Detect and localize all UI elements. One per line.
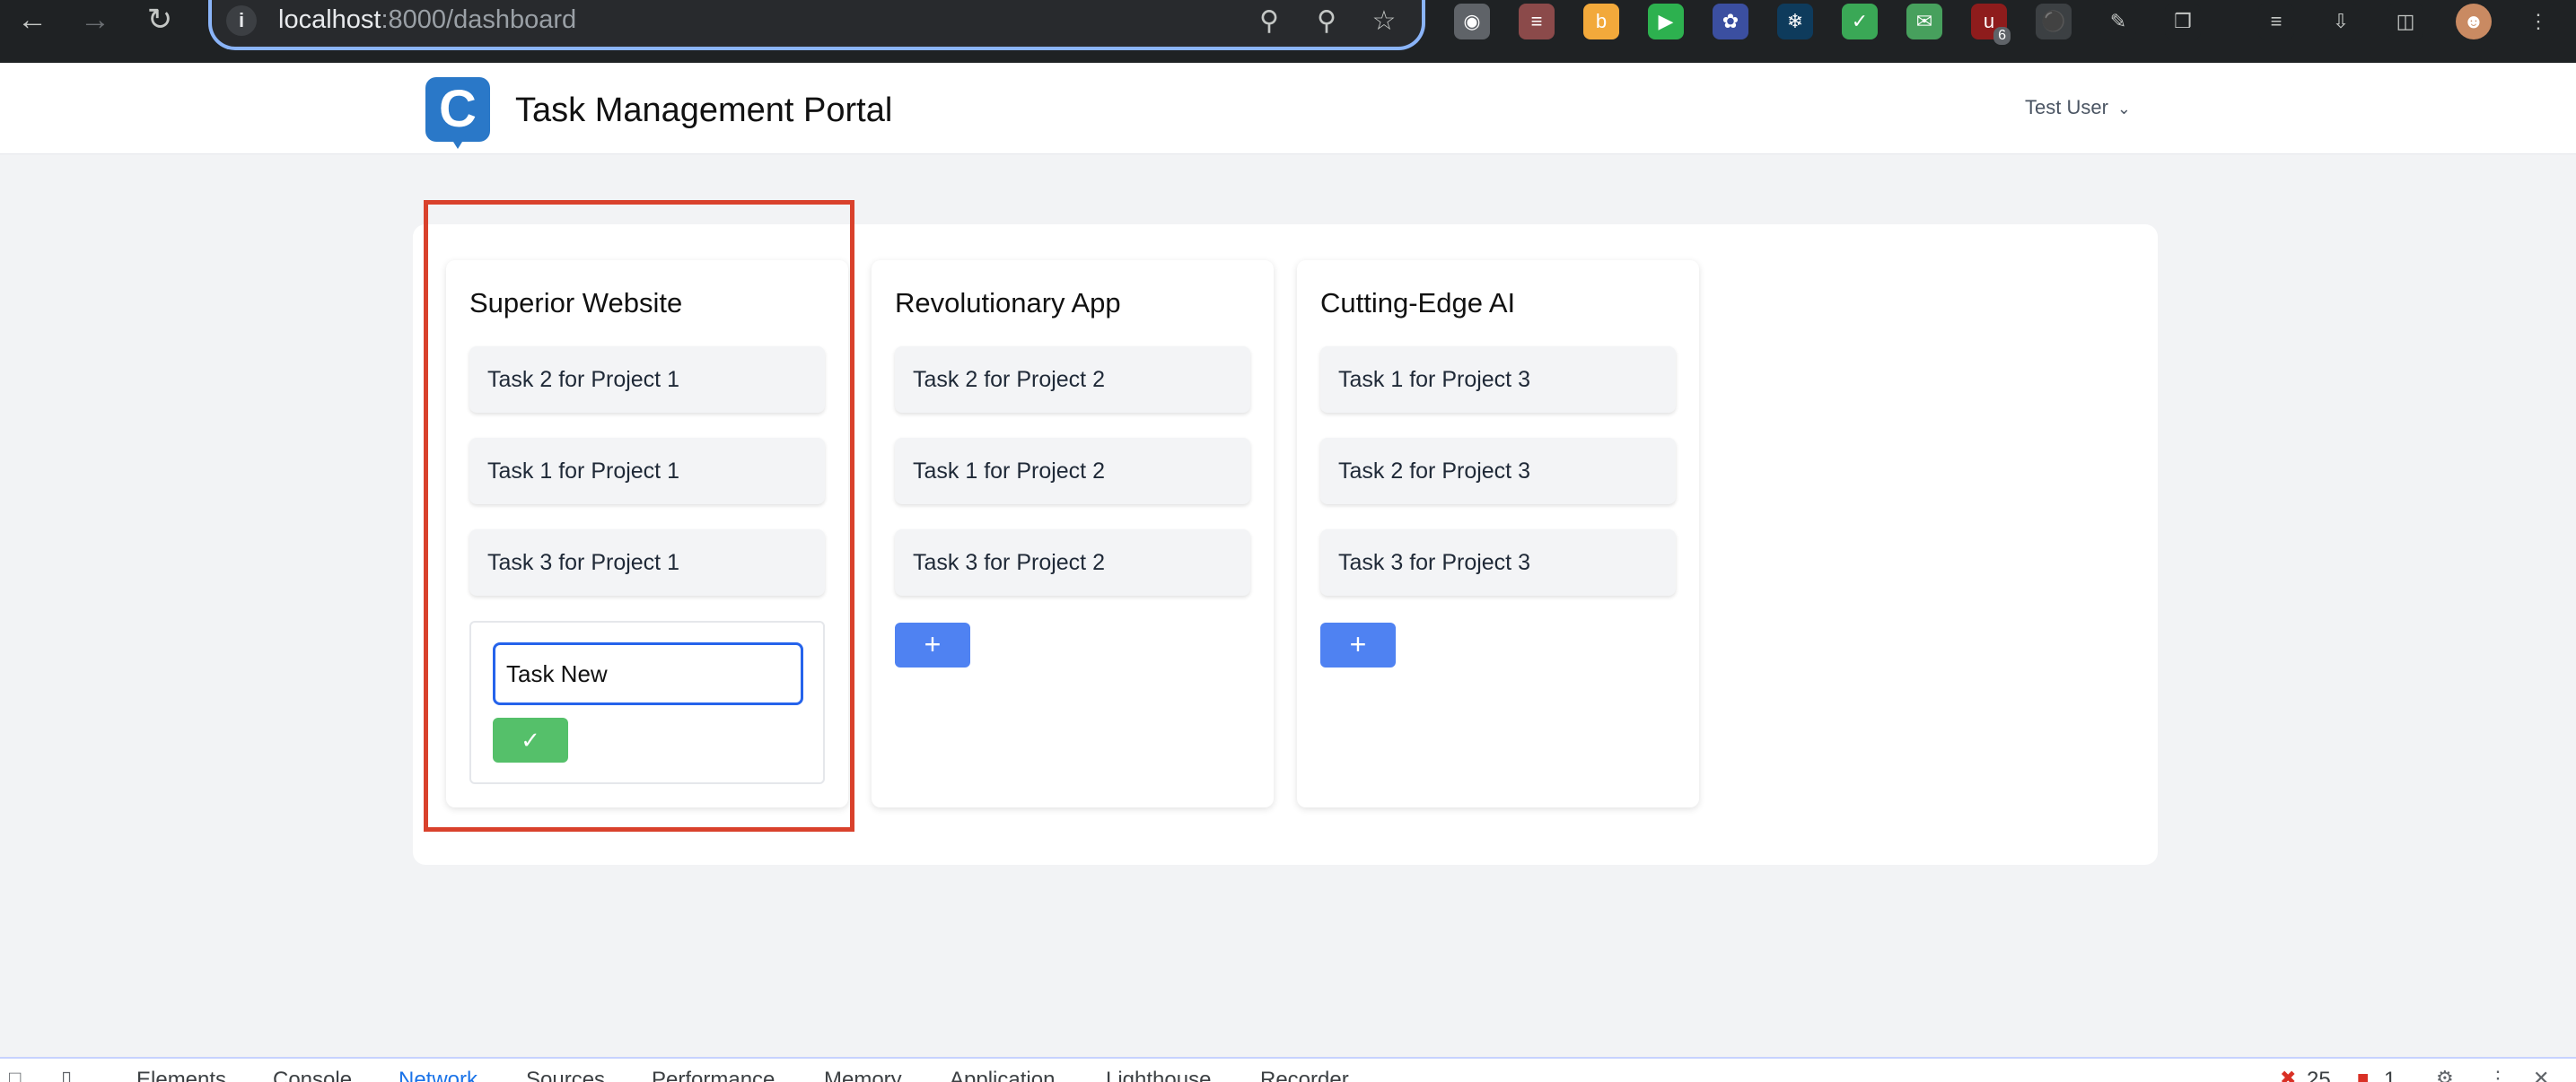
project-title: Superior Website: [469, 287, 683, 318]
ublock-extension-icon[interactable]: u6: [1971, 4, 2011, 45]
extensions-icon[interactable]: ❒: [2165, 4, 2201, 39]
shield-extension-icon[interactable]: ⚫: [2036, 4, 2072, 39]
browser-toolbar: ← → ↻ i localhost:8000/dashboard ⚲ ⚲ ☆ ◉…: [0, 0, 2576, 63]
task-card[interactable]: Task 3 for Project 1: [469, 529, 825, 596]
new-task-input[interactable]: [493, 642, 803, 705]
task-card[interactable]: Task 1 for Project 3: [1320, 346, 1676, 413]
project-title: Cutting-Edge AI: [1320, 287, 1516, 318]
zoom-icon[interactable]: ⚲: [1309, 4, 1345, 39]
devtools-tab-sources[interactable]: Sources: [526, 1068, 605, 1082]
task-card[interactable]: Task 1 for Project 2: [895, 438, 1250, 504]
task-card[interactable]: Task 2 for Project 1: [469, 346, 825, 413]
extension-icon[interactable]: ≡: [1519, 4, 1555, 39]
add-task-button[interactable]: +: [895, 623, 970, 668]
logo-letter: C: [439, 80, 477, 138]
reading-list-icon[interactable]: ≡: [2258, 4, 2294, 39]
page-title: Task Management Portal: [515, 92, 893, 129]
more-menu-icon[interactable]: ⋮: [2520, 4, 2556, 39]
devtools-tab-performance[interactable]: Performance: [652, 1068, 775, 1082]
shield-check-extension-icon[interactable]: ✓: [1842, 4, 1878, 39]
reload-icon[interactable]: ↻: [140, 0, 180, 39]
devtools-tab-recorder[interactable]: Recorder: [1260, 1068, 1349, 1082]
bing-extension-icon[interactable]: b: [1583, 4, 1619, 39]
devtools-panel: □ ▯ Elements Console Network Sources Per…: [0, 1057, 2576, 1082]
devtools-tab-lighthouse[interactable]: Lighthouse: [1106, 1068, 1211, 1082]
address-url[interactable]: localhost:8000/dashboard: [278, 2, 576, 38]
user-name: Test User: [2025, 96, 2108, 118]
devtools-tab-memory[interactable]: Memory: [824, 1068, 902, 1082]
close-icon[interactable]: ✕: [2533, 1066, 2549, 1082]
task-card[interactable]: Task 1 for Project 1: [469, 438, 825, 504]
app-header: C Task Management Portal Test User ⌄: [0, 63, 2576, 154]
mail-extension-icon[interactable]: ✉: [1906, 4, 1942, 39]
address-bar[interactable]: i localhost:8000/dashboard ⚲ ⚲ ☆: [208, 0, 1425, 50]
confirm-task-button[interactable]: ✓: [493, 718, 568, 763]
back-icon[interactable]: ←: [13, 0, 52, 39]
project-title: Revolutionary App: [895, 287, 1121, 318]
warning-icon[interactable]: ■: [2357, 1066, 2369, 1082]
eyedropper-icon[interactable]: ✎: [2100, 4, 2136, 39]
error-icon[interactable]: ✖: [2280, 1066, 2296, 1082]
device-toolbar-icon[interactable]: ▯: [61, 1066, 72, 1082]
inspect-element-icon[interactable]: □: [9, 1066, 21, 1082]
profile-avatar-icon[interactable]: ☻: [2456, 4, 2492, 39]
key-icon[interactable]: ⚲: [1251, 4, 1287, 39]
project-column-2: Revolutionary App Task 2 for Project 2 T…: [872, 260, 1274, 807]
project-column-1: Superior Website Task 2 for Project 1 Ta…: [446, 260, 848, 807]
snowflake-extension-icon[interactable]: ❄: [1777, 4, 1813, 39]
devtools-tab-application[interactable]: Application: [950, 1068, 1055, 1082]
camera-extension-icon[interactable]: ◉: [1454, 4, 1490, 39]
download-icon[interactable]: ⇩: [2323, 4, 2359, 39]
chevron-down-icon: ⌄: [2116, 100, 2132, 118]
forward-icon[interactable]: →: [75, 0, 115, 39]
app-logo[interactable]: C: [425, 77, 490, 149]
devtools-tab-network[interactable]: Network: [399, 1068, 478, 1082]
task-card[interactable]: Task 3 for Project 3: [1320, 529, 1676, 596]
new-task-form: ✓: [469, 621, 825, 784]
video-extension-icon[interactable]: ▶: [1648, 4, 1684, 39]
site-info-icon[interactable]: i: [226, 5, 257, 36]
task-card[interactable]: Task 2 for Project 2: [895, 346, 1250, 413]
devtools-tab-console[interactable]: Console: [273, 1068, 352, 1082]
settings-gear-icon[interactable]: ⚙: [2436, 1066, 2454, 1082]
project-column-3: Cutting-Edge AI Task 1 for Project 3 Tas…: [1297, 260, 1699, 807]
task-card[interactable]: Task 3 for Project 2: [895, 529, 1250, 596]
add-task-button[interactable]: +: [1320, 623, 1396, 668]
error-count: 25: [2307, 1068, 2331, 1082]
devtools-tab-elements[interactable]: Elements: [136, 1068, 226, 1082]
task-card[interactable]: Task 2 for Project 3: [1320, 438, 1676, 504]
sidepanel-icon[interactable]: ◫: [2388, 4, 2423, 39]
more-options-icon[interactable]: ⋮: [2488, 1066, 2508, 1082]
paw-extension-icon[interactable]: ✿: [1713, 4, 1748, 39]
bookmark-star-icon[interactable]: ☆: [1366, 4, 1402, 39]
user-menu[interactable]: Test User ⌄: [2025, 95, 2131, 121]
warning-count: 1: [2384, 1068, 2396, 1082]
